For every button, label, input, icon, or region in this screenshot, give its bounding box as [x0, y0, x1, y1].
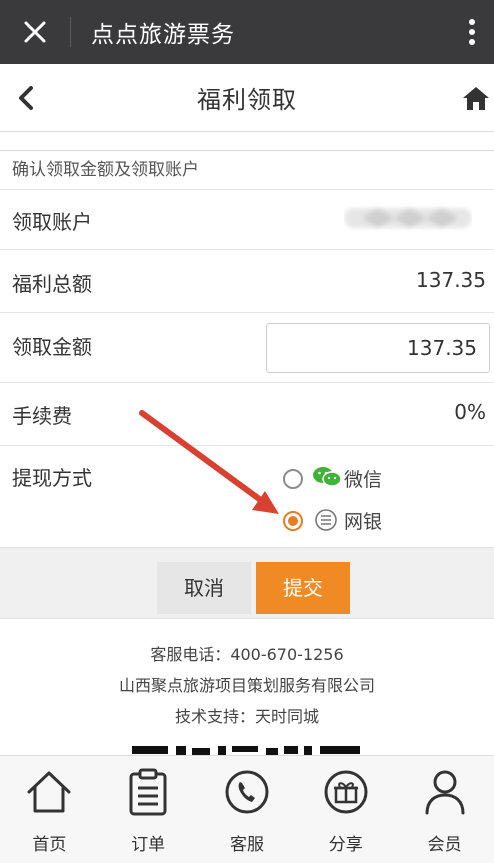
wechat-option-label: 微信: [344, 469, 383, 491]
wechat-radio[interactable]: [283, 469, 303, 489]
tech-support: 技术支持：天时同城: [174, 707, 319, 726]
more-button[interactable]: [450, 0, 494, 64]
total-label: 福利总额: [12, 272, 92, 296]
phone-icon: [225, 770, 269, 814]
submit-button[interactable]: 提交: [256, 562, 350, 614]
action-bar: 取消 提交: [0, 547, 494, 619]
page-title: 福利领取: [197, 86, 297, 114]
tab-share-label: 分享: [328, 835, 363, 855]
wechat-title-bar: 点点旅游票务: [0, 0, 494, 64]
tab-orders[interactable]: 订单: [99, 756, 198, 863]
user-icon: [425, 770, 465, 815]
page-nav-bar: 福利领取: [0, 64, 494, 132]
home-icon: [463, 87, 489, 110]
clipboard-icon: [129, 768, 167, 816]
fee-label: 手续费: [12, 404, 72, 428]
wechat-icon: [313, 467, 342, 487]
section-header: 确认领取金额及领取账户: [0, 150, 494, 190]
tab-share[interactable]: 分享: [296, 756, 395, 863]
tab-home-label: 首页: [32, 835, 67, 855]
withdraw-method-label: 提现方式: [12, 466, 92, 490]
bank-option-label: 网银: [344, 511, 383, 533]
more-vertical-icon: [469, 19, 475, 45]
wechat-option[interactable]: 微信: [280, 464, 400, 492]
tab-service-label: 客服: [229, 835, 264, 855]
service-phone: 客服电话：400-670-1256: [150, 645, 344, 664]
tab-service[interactable]: 客服: [198, 756, 297, 863]
back-button[interactable]: [8, 78, 44, 118]
company-name: 山西聚点旅游项目策划服务有限公司: [118, 676, 375, 695]
tab-member[interactable]: 会员: [395, 756, 494, 863]
close-button[interactable]: [0, 0, 70, 64]
bank-radio[interactable]: [283, 511, 303, 531]
tab-member-label: 会员: [427, 835, 462, 855]
bank-option[interactable]: 网银: [280, 506, 400, 534]
total-value: 137.35: [416, 268, 486, 292]
amount-label: 领取金额: [12, 335, 92, 359]
close-icon: [24, 21, 46, 43]
withdraw-method-row: 提现方式 微信 网银: [0, 446, 494, 547]
amount-input[interactable]: 137.35: [266, 323, 490, 373]
tab-home[interactable]: 首页: [0, 756, 99, 863]
home-icon: [27, 771, 71, 813]
fee-row: 手续费 0%: [0, 383, 494, 446]
account-row: 领取账户: [0, 190, 494, 250]
amount-row: 领取金额 137.35: [0, 313, 494, 383]
bottom-tab-bar: 首页 订单 客服 分享 会员: [0, 755, 494, 863]
home-button[interactable]: [458, 80, 494, 116]
account-label: 领取账户: [12, 210, 92, 234]
app-title: 点点旅游票务: [91, 22, 235, 48]
chevron-left-icon: [19, 86, 33, 110]
account-blurred-value: [344, 208, 472, 228]
tab-orders-label: 订单: [131, 835, 166, 855]
bank-icon: [315, 509, 337, 531]
gift-icon: [324, 770, 368, 814]
total-row: 福利总额 137.35: [0, 250, 494, 313]
fee-value: 0%: [454, 400, 486, 424]
cancel-button[interactable]: 取消: [157, 562, 251, 614]
